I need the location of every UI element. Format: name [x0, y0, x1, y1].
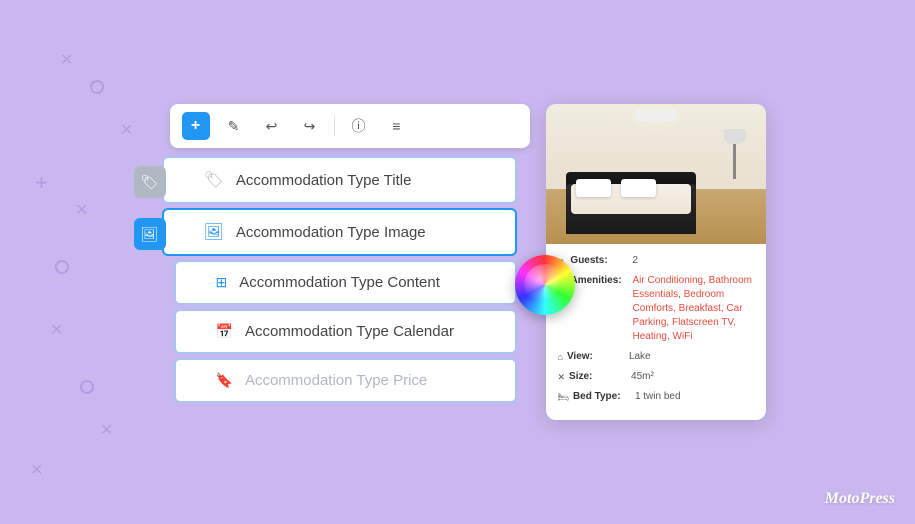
calendar-icon-inner: 📅 — [216, 323, 233, 340]
motopress-logo: MotoPress — [825, 490, 895, 508]
widget-price-label: Accommodation Type Price — [245, 372, 427, 389]
decor-circle-3 — [80, 380, 94, 394]
widget-box-title[interactable]: 🏷 Accommodation Type Title — [162, 156, 517, 204]
widget-row-title: 🏷 🏷 Accommodation Type Title — [150, 156, 530, 208]
widget-left-icon-image: 🖼 — [134, 218, 166, 250]
card-image — [546, 104, 766, 244]
left-panel: + ✎ ↩ ↪ ⓘ ≡ 🏷 — [150, 104, 530, 407]
widgets-list: 🏷 🏷 Accommodation Type Title 🖼 🖼 Accommo… — [150, 156, 530, 407]
add-icon: + — [191, 117, 200, 135]
amenities-value: Air Conditioning, Bathroom Essentials, B… — [633, 274, 754, 344]
widget-calendar-label: Accommodation Type Calendar — [245, 323, 454, 340]
tag-icon: 🏷 — [141, 174, 159, 191]
widget-content-label: Accommodation Type Content — [239, 274, 440, 291]
widget-row-price: 🔖 Accommodation Type Price — [150, 358, 530, 407]
card-details: ▲ Guests: 2 ▬ Amenities: Air Conditionin… — [546, 244, 766, 420]
accommodation-card: ▲ Guests: 2 ▬ Amenities: Air Conditionin… — [546, 104, 766, 420]
widget-row-content: ⊞ Accommodation Type Content — [150, 260, 530, 309]
size-value: 45m² — [631, 370, 654, 384]
widget-box-image[interactable]: 🖼 Accommodation Type Image — [162, 208, 517, 256]
widget-left-icon-title: 🏷 — [134, 166, 166, 198]
ceiling-lamp — [636, 109, 676, 121]
title-icon-inner: 🏷 — [204, 170, 224, 190]
view-label: View: — [567, 350, 629, 364]
price-icon-inner: 🔖 — [216, 372, 233, 389]
detail-row-bedtype: 🛏 Bed Type: 1 twin bed — [558, 390, 754, 404]
guests-label: Guests: — [570, 254, 632, 268]
widget-title-label: Accommodation Type Title — [236, 172, 412, 189]
main-container: + ✎ ↩ ↪ ⓘ ≡ 🏷 — [150, 104, 766, 420]
amenities-label: Amenities: — [571, 274, 633, 288]
image-icon: 🖼 — [141, 226, 159, 243]
redo-icon: ↪ — [304, 118, 316, 135]
widget-box-calendar[interactable]: 📅 Accommodation Type Calendar — [174, 309, 517, 354]
bed-pillow-right — [621, 179, 656, 197]
decor-plus-1: + — [35, 170, 48, 196]
content-icon-inner: ⊞ — [216, 274, 228, 291]
color-wheel — [515, 255, 575, 315]
decor-x-5: ✕ — [100, 420, 113, 440]
widget-row-calendar: 📅 Accommodation Type Calendar — [150, 309, 530, 358]
edit-button[interactable]: ✎ — [220, 112, 248, 140]
decor-circle-2 — [55, 260, 69, 274]
decor-circle-1 — [90, 80, 104, 94]
widget-row-image: 🖼 🖼 Accommodation Type Image — [150, 208, 530, 260]
info-button[interactable]: ⓘ — [345, 112, 373, 140]
guests-value: 2 — [632, 254, 638, 268]
pencil-icon: ✎ — [228, 118, 240, 135]
size-icon: ✕ — [558, 371, 566, 384]
undo-button[interactable]: ↩ — [258, 112, 286, 140]
menu-button[interactable]: ≡ — [383, 112, 411, 140]
decor-x-4: ✕ — [50, 320, 63, 340]
decor-x-2: ✕ — [120, 120, 133, 140]
bedtype-icon: 🛏 — [558, 391, 569, 404]
bedtype-value: 1 twin bed — [635, 390, 681, 404]
size-label: Size: — [569, 370, 631, 384]
menu-icon: ≡ — [392, 118, 400, 134]
add-button[interactable]: + — [182, 112, 210, 140]
bed-pillow-left — [576, 179, 611, 197]
detail-row-amenities: ▬ Amenities: Air Conditioning, Bathroom … — [558, 274, 754, 344]
detail-row-guests: ▲ Guests: 2 — [558, 254, 754, 268]
redo-button[interactable]: ↪ — [296, 112, 324, 140]
image-icon-inner: 🖼 — [204, 222, 224, 242]
lamp-stand — [733, 139, 736, 179]
lamp-head — [724, 129, 746, 144]
undo-icon: ↩ — [266, 118, 278, 135]
widget-box-content[interactable]: ⊞ Accommodation Type Content — [174, 260, 517, 305]
view-value: Lake — [629, 350, 651, 364]
bedtype-label: Bed Type: — [573, 390, 635, 404]
decor-x-3: ✕ — [75, 200, 88, 220]
info-icon: ⓘ — [352, 116, 366, 136]
toolbar-separator — [334, 116, 335, 136]
toolbar: + ✎ ↩ ↪ ⓘ ≡ — [170, 104, 530, 148]
widget-image-label: Accommodation Type Image — [236, 224, 426, 241]
widget-box-price[interactable]: 🔖 Accommodation Type Price — [174, 358, 517, 403]
detail-row-view: ⌂ View: Lake — [558, 350, 754, 364]
decor-x-6: ✕ — [30, 460, 43, 480]
detail-row-size: ✕ Size: 45m² — [558, 370, 754, 384]
view-icon: ⌂ — [558, 351, 563, 364]
decor-x-1: ✕ — [60, 50, 73, 70]
